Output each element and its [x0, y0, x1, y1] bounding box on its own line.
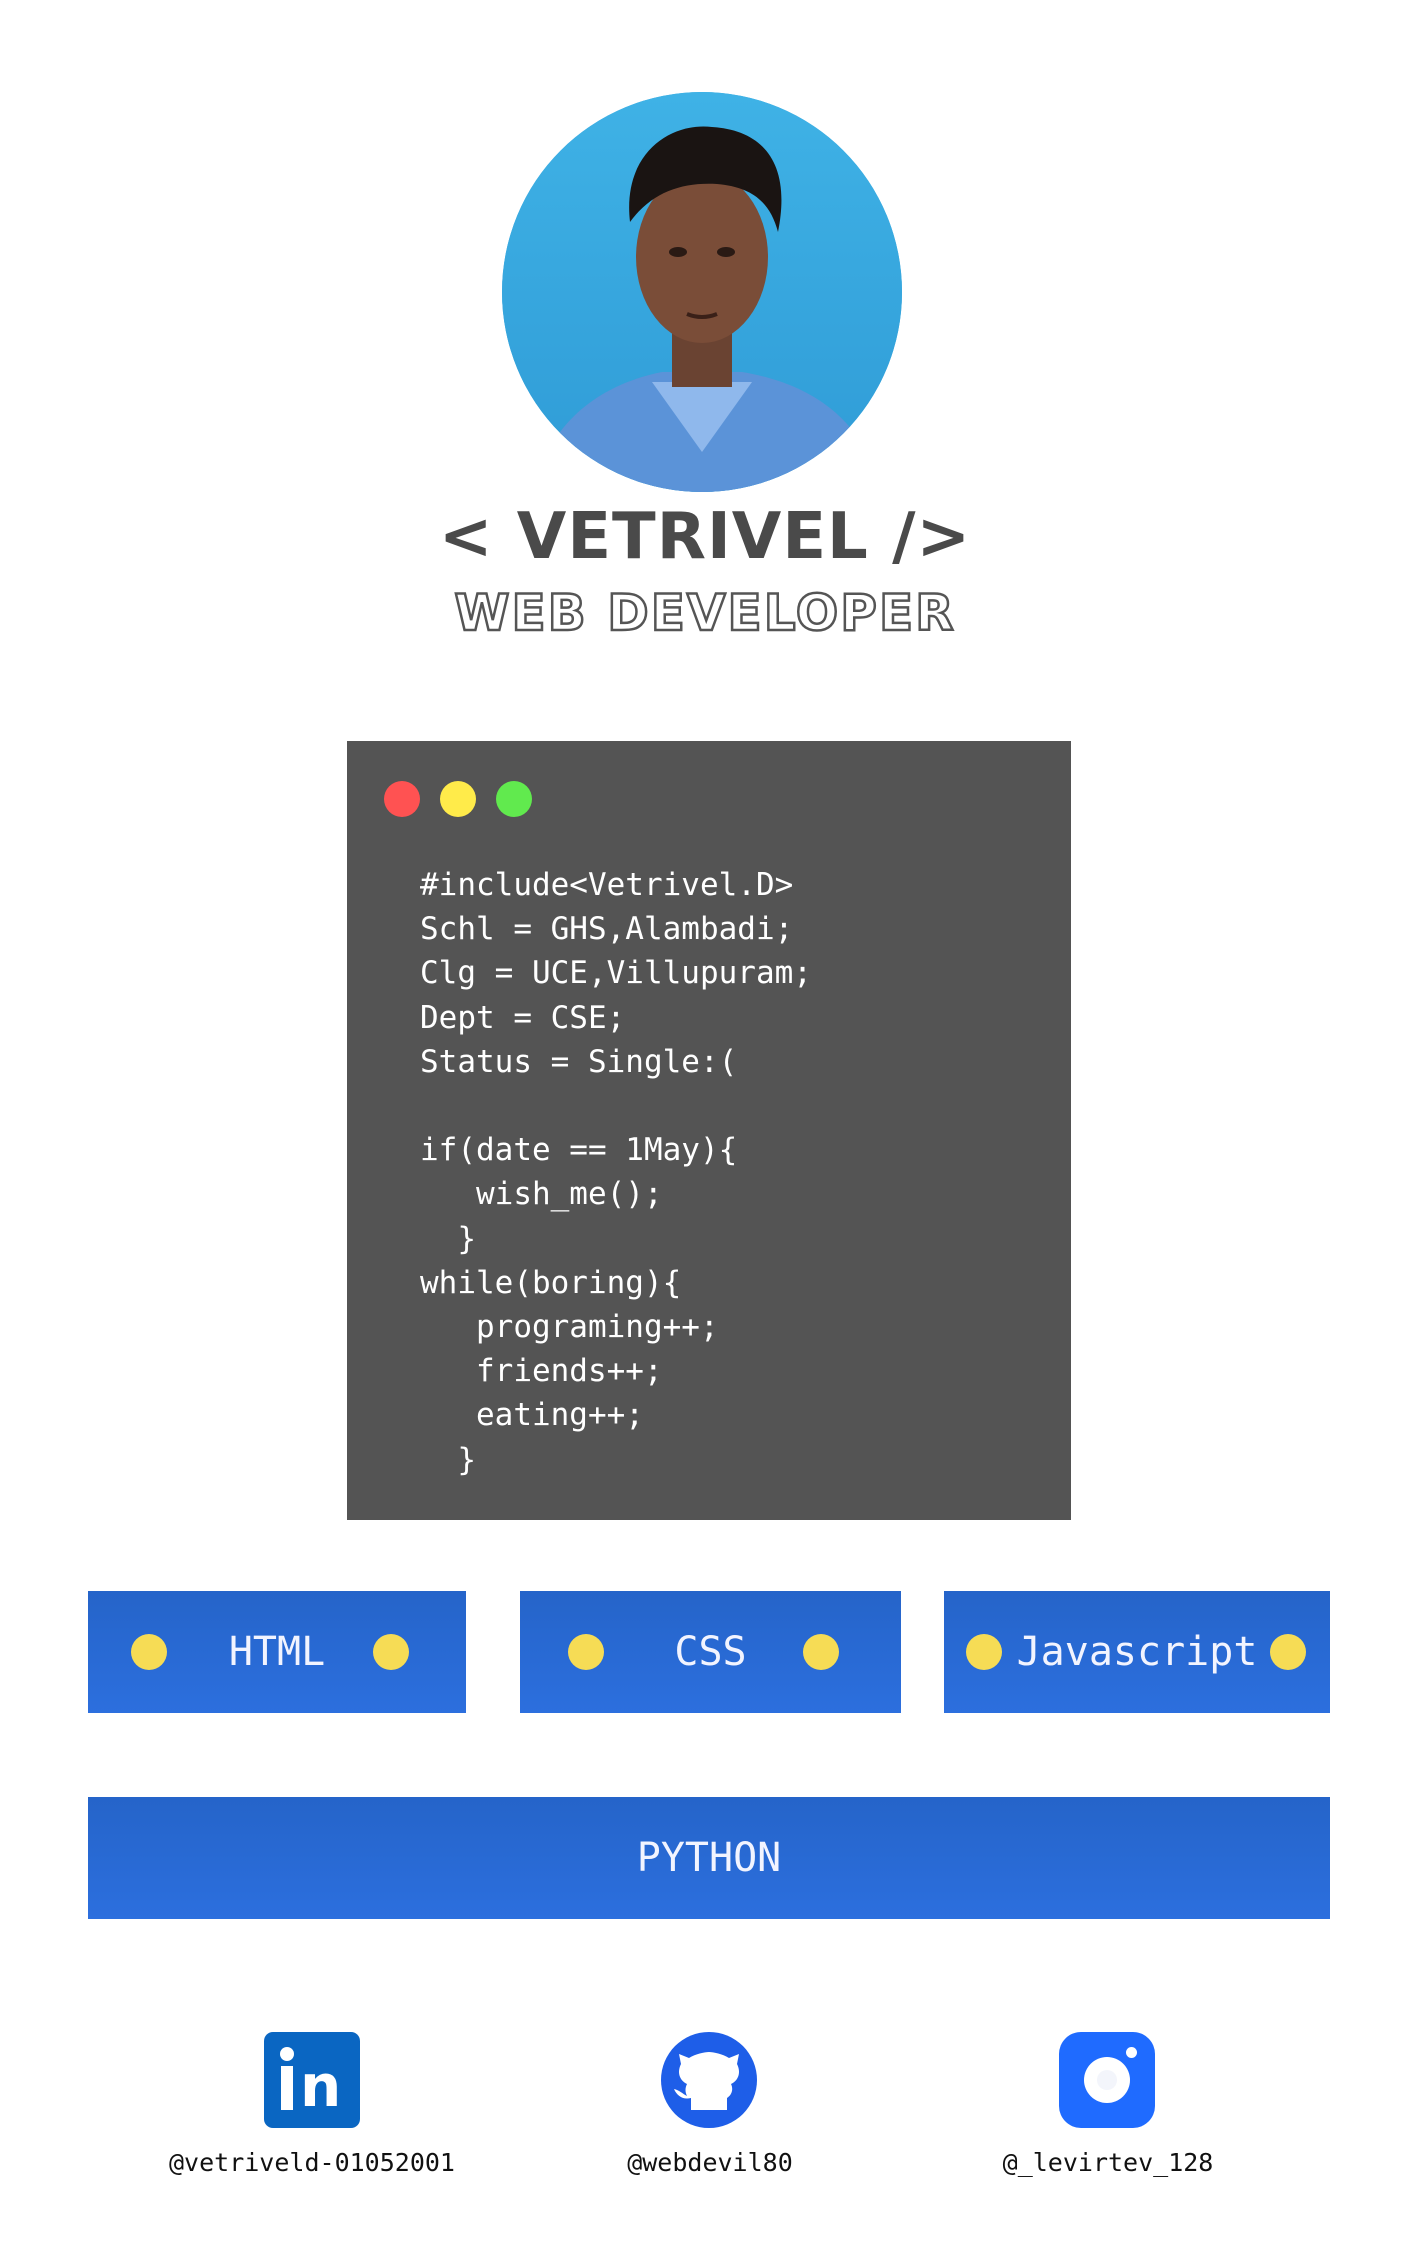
code-line: Dept = CSE; [420, 999, 626, 1036]
linkedin-icon[interactable]: n [264, 2032, 360, 2128]
code-block: #include<Vetrivel.D> Schl = GHS,Alambadi… [420, 863, 812, 1482]
code-line: while(boring){ [420, 1264, 682, 1301]
skill-label: HTML [228, 1629, 326, 1675]
skill-label: CSS [674, 1629, 747, 1675]
code-line: Status = Single:( [420, 1043, 738, 1080]
profile-name: < VETRIVEL /> [438, 500, 972, 574]
linkedin-handle[interactable]: @vetriveld-01052001 [102, 2148, 522, 2177]
code-line: #include<Vetrivel.D> [420, 867, 794, 903]
skill-python-badge: PYTHON [88, 1797, 1330, 1919]
linkedin-dot [280, 2047, 294, 2061]
profile-role: WEB DEVELOPER [453, 583, 956, 644]
skill-label: PYTHON [636, 1835, 782, 1881]
profile-photo [502, 92, 902, 492]
skill-javascript-badge: Javascript [944, 1591, 1330, 1713]
github-handle[interactable]: @webdevil80 [500, 2148, 920, 2177]
bullet-dot [373, 1634, 409, 1670]
skill-css-badge: CSS [520, 1591, 901, 1713]
code-window: #include<Vetrivel.D> Schl = GHS,Alambadi… [347, 741, 1071, 1520]
camera-flash [1126, 2047, 1137, 2058]
github-icon[interactable] [661, 2032, 757, 2128]
window-close-dot [384, 781, 420, 817]
skill-html-badge: HTML [88, 1591, 466, 1713]
camera-icon[interactable] [1059, 2032, 1155, 2128]
code-line: friends++; [420, 1353, 663, 1390]
code-line: wish_me(); [420, 1176, 663, 1213]
window-maximize-dot [496, 781, 532, 817]
bullet-dot [803, 1634, 839, 1670]
linkedin-bar [281, 2066, 293, 2110]
bullet-dot [1270, 1634, 1306, 1670]
profile-photo-illustration [502, 92, 902, 492]
code-line: } [420, 1220, 476, 1257]
instagram-handle[interactable]: @_levirtev_128 [898, 2148, 1318, 2177]
window-minimize-dot [440, 781, 476, 817]
code-line: programing++; [420, 1309, 719, 1346]
code-line: if(date == 1May){ [420, 1132, 738, 1169]
code-line: Schl = GHS,Alambadi; [420, 911, 794, 948]
linkedin-n: n [300, 2052, 342, 2120]
code-line: eating++; [420, 1397, 644, 1434]
code-line: Clg = UCE,Villupuram; [420, 955, 812, 992]
code-line: } [420, 1441, 476, 1478]
camera-lens [1084, 2057, 1130, 2103]
github-cat-svg [674, 2052, 739, 2110]
